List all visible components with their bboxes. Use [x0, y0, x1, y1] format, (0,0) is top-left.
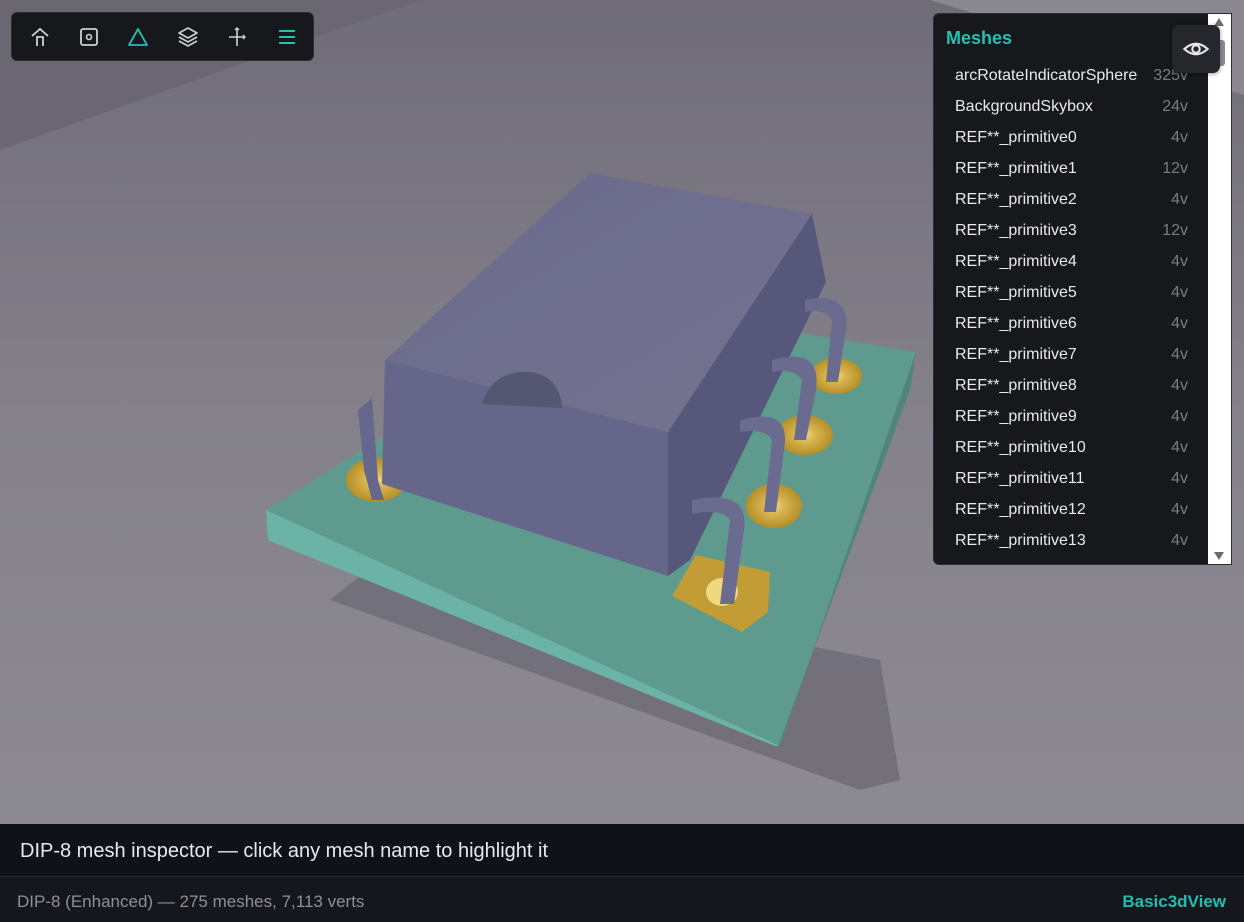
mesh-vertex-count: 4v [1171, 470, 1188, 487]
mesh-list-item[interactable]: REF**_primitive13 4v [934, 526, 1208, 557]
mesh-list-item[interactable]: REF**_primitive4 4v [934, 247, 1208, 278]
focus-button[interactable] [70, 19, 108, 55]
mesh-vertex-count: 4v [1171, 129, 1188, 146]
mesh-list-item[interactable]: arcRotateIndicatorSphere 325v [934, 61, 1208, 92]
mesh-name: arcRotateIndicatorSphere [955, 67, 1138, 84]
mesh-vertex-count: 4v [1171, 346, 1188, 363]
mesh-list-item[interactable]: REF**_primitive0 4v [934, 123, 1208, 154]
mesh-list-item[interactable]: REF**_primitive6 4v [934, 309, 1208, 340]
wireframe-button[interactable] [119, 19, 157, 55]
mesh-name: REF**_primitive0 [955, 129, 1077, 146]
mesh-name: REF**_primitive4 [955, 253, 1077, 270]
axes-icon [229, 27, 246, 46]
mesh-list-item[interactable]: REF**_primitive11 4v [934, 464, 1208, 495]
mesh-name: REF**_primitive8 [955, 377, 1077, 394]
mesh-list-item[interactable]: REF**_primitive10 4v [934, 433, 1208, 464]
mesh-vertex-count: 4v [1171, 191, 1188, 208]
mesh-list-item[interactable]: REF**_primitive5 4v [934, 278, 1208, 309]
meshes-panel: Meshes arcRotateIndicatorSphere 325v Backg… [933, 13, 1232, 565]
mesh-name: BackgroundSkybox [955, 98, 1093, 115]
mesh-vertex-count: 12v [1162, 222, 1188, 239]
mesh-name: REF**_primitive1 [955, 160, 1077, 177]
eye-icon [1182, 42, 1210, 56]
mesh-name: REF**_primitive11 [955, 470, 1085, 487]
mesh-vertex-count: 24v [1162, 98, 1188, 115]
mesh-list-item[interactable]: REF**_primitive7 4v [934, 340, 1208, 371]
home-button[interactable] [21, 19, 59, 55]
mesh-name: REF**_primitive13 [955, 532, 1086, 549]
status-bar: DIP-8 (Enhanced) — 275 meshes, 7,113 ver… [0, 877, 1244, 922]
caption-text: DIP-8 mesh inspector — click any mesh na… [20, 840, 548, 862]
meshes-panel-title: Meshes [946, 28, 1013, 48]
mesh-vertex-count: 4v [1171, 377, 1188, 394]
focus-icon [80, 28, 98, 46]
mesh-list-item[interactable]: REF**_primitive1 12v [934, 154, 1208, 185]
scroll-down-arrow-icon[interactable] [1214, 552, 1224, 560]
mesh-list-item[interactable]: REF**_primitive8 4v [934, 371, 1208, 402]
mesh-name: REF**_primitive9 [955, 408, 1077, 425]
mesh-list[interactable]: Meshes arcRotateIndicatorSphere 325v Backg… [934, 14, 1208, 564]
mesh-vertex-count: 4v [1171, 501, 1188, 518]
mesh-name: REF**_primitive3 [955, 222, 1077, 239]
mesh-vertex-count: 4v [1171, 284, 1188, 301]
mesh-vertex-count: 4v [1171, 439, 1188, 456]
mesh-list-item[interactable]: REF**_primitive9 4v [934, 402, 1208, 433]
mesh-list-item[interactable]: REF**_primitive2 4v [934, 185, 1208, 216]
mesh-vertex-count: 4v [1171, 532, 1188, 549]
mesh-name: REF**_primitive5 [955, 284, 1077, 301]
visibility-toggle-button[interactable] [1172, 25, 1220, 73]
menu-icon [279, 30, 295, 44]
mesh-name: REF**_primitive10 [955, 439, 1086, 456]
mesh-name: REF**_primitive2 [955, 191, 1077, 208]
layers-button[interactable] [169, 19, 207, 55]
mesh-list-button[interactable] [268, 19, 306, 55]
view-toolbar [11, 12, 314, 61]
mesh-vertex-count: 4v [1171, 253, 1188, 270]
mesh-list-item[interactable]: REF**_primitive3 12v [934, 216, 1208, 247]
caption-bar: DIP-8 mesh inspector — click any mesh na… [0, 824, 1244, 877]
model-status-text: DIP-8 (Enhanced) — 275 meshes, 7,113 ver… [17, 892, 365, 911]
home-icon [31, 27, 49, 46]
mesh-vertex-count: 4v [1171, 408, 1188, 425]
mesh-name: REF**_primitive6 [955, 315, 1077, 332]
mesh-vertex-count: 4v [1171, 315, 1188, 332]
layers-icon [178, 27, 198, 47]
mesh-list-item[interactable]: REF**_primitive12 4v [934, 495, 1208, 526]
triangle-icon [128, 28, 148, 46]
mesh-vertex-count: 12v [1162, 160, 1188, 177]
mesh-list-scrollbar[interactable] [1208, 14, 1231, 564]
mesh-name: REF**_primitive7 [955, 346, 1077, 363]
axes-button[interactable] [218, 19, 256, 55]
mesh-name: REF**_primitive12 [955, 501, 1086, 518]
mesh-list-item[interactable]: BackgroundSkybox 24v [934, 92, 1208, 123]
brand-label: Basic3dView [1122, 892, 1226, 911]
